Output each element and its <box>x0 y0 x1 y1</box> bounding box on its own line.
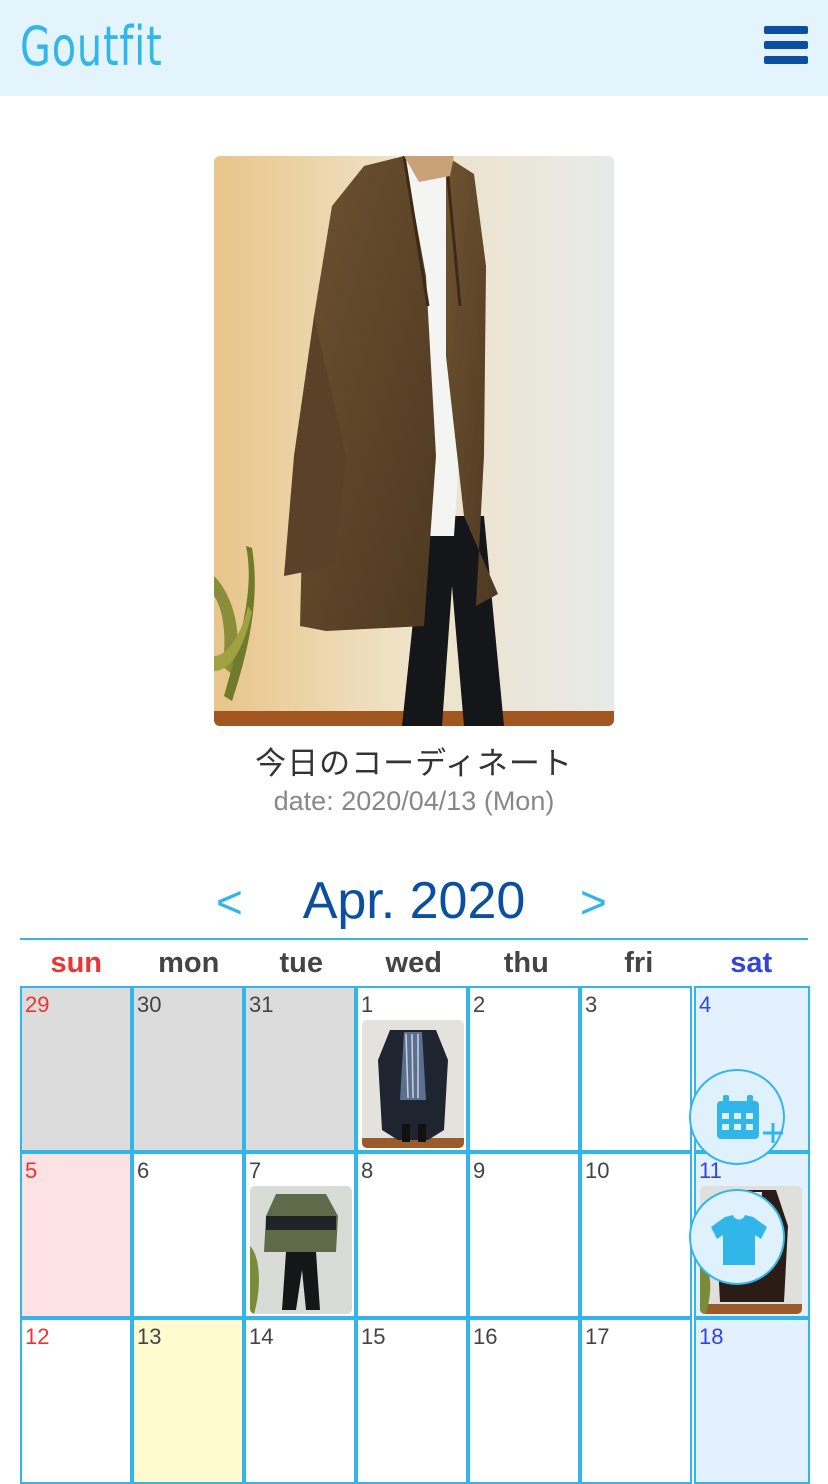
day-number: 10 <box>585 1158 610 1183</box>
calendar-day-12[interactable]: 12 <box>20 1318 132 1484</box>
calendar-day-7[interactable]: 7 <box>244 1152 356 1318</box>
calendar-day-2[interactable]: 2 <box>468 986 580 1152</box>
calendar-day-3[interactable]: 3 <box>580 986 692 1152</box>
calendar-day-13-today[interactable]: 13 <box>132 1318 244 1484</box>
day-number: 31 <box>249 992 274 1017</box>
day-number: 30 <box>137 992 162 1017</box>
weekday-thu: thu <box>503 947 549 979</box>
calendar-day-1[interactable]: 1 <box>356 986 468 1152</box>
calendar-plus-icon <box>717 1095 783 1143</box>
next-month-button[interactable]: > <box>580 872 607 932</box>
day-number: 12 <box>25 1324 50 1349</box>
todays-outfit-caption: 今日のコーディネート <box>255 746 573 781</box>
outfit-thumbnail[interactable] <box>362 1020 464 1148</box>
day-number: 17 <box>585 1324 610 1349</box>
calendar-day-5[interactable]: 5 <box>20 1152 132 1318</box>
outfit-date: date: 2020/04/13 (Mon) <box>273 786 555 816</box>
app-logo[interactable]: Goutfit <box>20 14 163 80</box>
day-number: 14 <box>249 1324 274 1349</box>
calendar-day-15[interactable]: 15 <box>356 1318 468 1484</box>
calendar-day-prev-29[interactable]: 29 <box>20 986 132 1152</box>
day-number: 29 <box>25 992 50 1017</box>
calendar-day-prev-30[interactable]: 30 <box>132 986 244 1152</box>
day-number: 2 <box>473 992 486 1017</box>
app-header: Goutfit <box>0 0 828 96</box>
calendar-day-14[interactable]: 14 <box>244 1318 356 1484</box>
weekday-sat: sat <box>730 947 773 979</box>
calendar-day-17[interactable]: 17 <box>580 1318 692 1484</box>
tshirt-icon <box>711 1215 767 1265</box>
day-number: 8 <box>361 1158 374 1183</box>
day-number: 18 <box>699 1324 724 1349</box>
calendar-day-6[interactable]: 6 <box>132 1152 244 1318</box>
todays-outfit-photo[interactable] <box>214 156 614 726</box>
month-title: Apr. 2020 <box>302 872 526 930</box>
calendar-day-18[interactable]: 18 <box>694 1318 810 1484</box>
day-number: 4 <box>699 992 712 1017</box>
weekday-sun: sun <box>50 947 103 979</box>
calendar-day-10[interactable]: 10 <box>580 1152 692 1318</box>
day-number: 13 <box>137 1324 162 1349</box>
weekday-fri: fri <box>624 947 654 979</box>
day-number: 3 <box>585 992 598 1017</box>
day-number: 6 <box>137 1158 150 1183</box>
weekday-mon: mon <box>158 947 220 979</box>
day-number: 5 <box>25 1158 38 1183</box>
weekday-header: sun mon tue wed thu fri sat <box>20 942 808 986</box>
weekday-tue: tue <box>279 947 324 979</box>
add-outfit-button[interactable] <box>689 1189 785 1285</box>
day-number: 1 <box>361 992 374 1017</box>
day-number: 16 <box>473 1324 498 1349</box>
day-number: 7 <box>249 1158 262 1183</box>
hamburger-menu-icon[interactable] <box>764 26 810 66</box>
calendar-day-8[interactable]: 8 <box>356 1152 468 1318</box>
calendar-divider <box>20 938 808 940</box>
day-number: 15 <box>361 1324 386 1349</box>
calendar-day-prev-31[interactable]: 31 <box>244 986 356 1152</box>
outfit-thumbnail[interactable] <box>250 1186 352 1314</box>
calendar-day-16[interactable]: 16 <box>468 1318 580 1484</box>
day-number: 9 <box>473 1158 486 1183</box>
month-navigation: < Apr. 2020 > <box>0 868 828 938</box>
weekday-wed: wed <box>385 947 442 979</box>
calendar-day-9[interactable]: 9 <box>468 1152 580 1318</box>
add-calendar-button[interactable] <box>689 1069 785 1165</box>
